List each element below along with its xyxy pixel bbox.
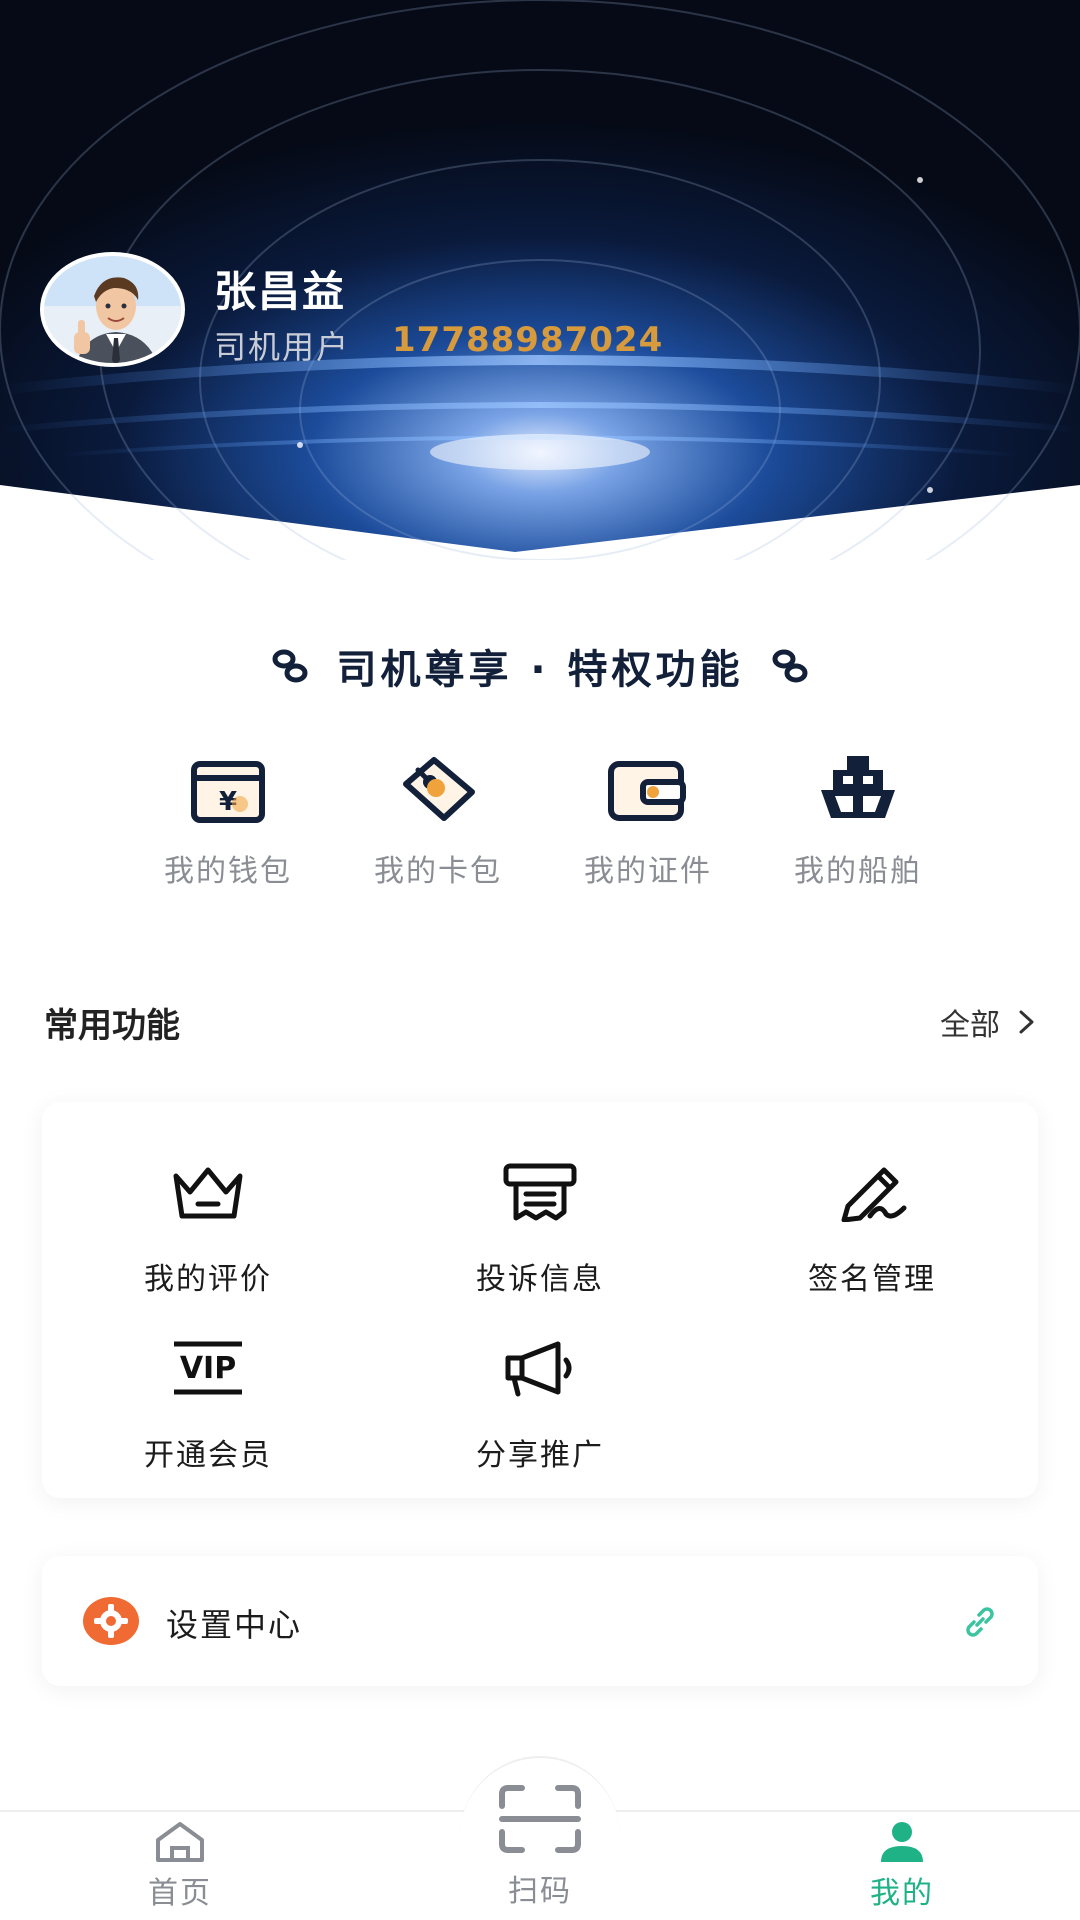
function-label: 投诉信息	[476, 1262, 604, 1297]
pen-signature-icon	[841, 1167, 907, 1222]
privilege-item-wallet[interactable]: ¥ 我的钱包	[138, 752, 318, 892]
privilege-label: 我的钱包	[164, 854, 292, 889]
nav-label-active: 我的	[870, 1876, 934, 1911]
function-label: 我的评价	[144, 1262, 272, 1297]
function-label: 开通会员	[144, 1438, 272, 1473]
section-title-common: 常用功能	[44, 1006, 180, 1046]
privilege-item-ships[interactable]: 我的船舶	[768, 752, 948, 892]
chain-link-icon	[272, 649, 308, 683]
user-role: 司机用户	[214, 328, 351, 366]
card-tag-icon	[403, 757, 475, 821]
wallet-yen-icon: ¥	[191, 761, 265, 823]
function-label: 签名管理	[808, 1262, 936, 1297]
privilege-item-cards[interactable]: 我的卡包	[348, 752, 528, 892]
chain-link-icon	[772, 649, 808, 683]
ship-icon	[821, 756, 895, 818]
settings-row[interactable]: 设置中心	[42, 1556, 1038, 1686]
function-item-signature[interactable]: 签名管理	[752, 1162, 992, 1302]
link-icon	[966, 1607, 994, 1637]
function-item-complaints[interactable]: 投诉信息	[420, 1162, 660, 1302]
receipt-icon	[503, 1163, 577, 1221]
privilege-label: 我的证件	[584, 854, 712, 889]
see-all-label: 全部	[940, 1008, 1000, 1043]
crown-icon	[173, 1167, 243, 1219]
vip-icon: VIP	[174, 1341, 242, 1395]
user-phone: 17788987024	[392, 320, 664, 360]
nav-item-home[interactable]: 首页	[80, 1820, 280, 1920]
common-functions-card: 我的评价 投诉信息 签名管理 VIP 开通会员 分享推广	[42, 1102, 1038, 1498]
nav-item-mine[interactable]: 我的	[802, 1820, 1002, 1920]
nav-label: 扫码	[508, 1874, 572, 1909]
credential-wallet-icon	[608, 761, 686, 821]
privilege-item-credentials[interactable]: 我的证件	[558, 752, 738, 892]
function-label: 分享推广	[476, 1438, 604, 1473]
privilege-label: 我的卡包	[374, 854, 502, 889]
function-item-rating[interactable]: 我的评价	[88, 1162, 328, 1302]
nav-item-scan[interactable]: 扫码	[440, 1785, 640, 1920]
home-icon	[156, 1822, 204, 1862]
user-name: 张昌益	[214, 267, 347, 316]
nav-label: 首页	[148, 1876, 212, 1911]
settings-label: 设置中心	[166, 1606, 303, 1644]
scan-icon	[499, 1785, 581, 1853]
svg-text:VIP: VIP	[180, 1351, 236, 1386]
user-icon	[881, 1822, 923, 1862]
privilege-label: 我的船舶	[794, 854, 922, 889]
gear-icon	[83, 1597, 139, 1645]
megaphone-icon	[505, 1341, 572, 1397]
function-item-share[interactable]: 分享推广	[420, 1338, 660, 1478]
privilege-title: 司机尊享 · 特权功能	[336, 647, 744, 693]
privilege-header: 司机尊享 · 特权功能	[0, 638, 1080, 694]
function-item-vip[interactable]: VIP 开通会员	[88, 1338, 328, 1478]
avatar[interactable]	[40, 252, 185, 367]
see-all-link[interactable]: 全部	[940, 1000, 1036, 1044]
chevron-right-icon	[1019, 1010, 1034, 1034]
privilege-grid: ¥ 我的钱包 我的卡包 我的证件 我的船舶	[0, 752, 1080, 892]
